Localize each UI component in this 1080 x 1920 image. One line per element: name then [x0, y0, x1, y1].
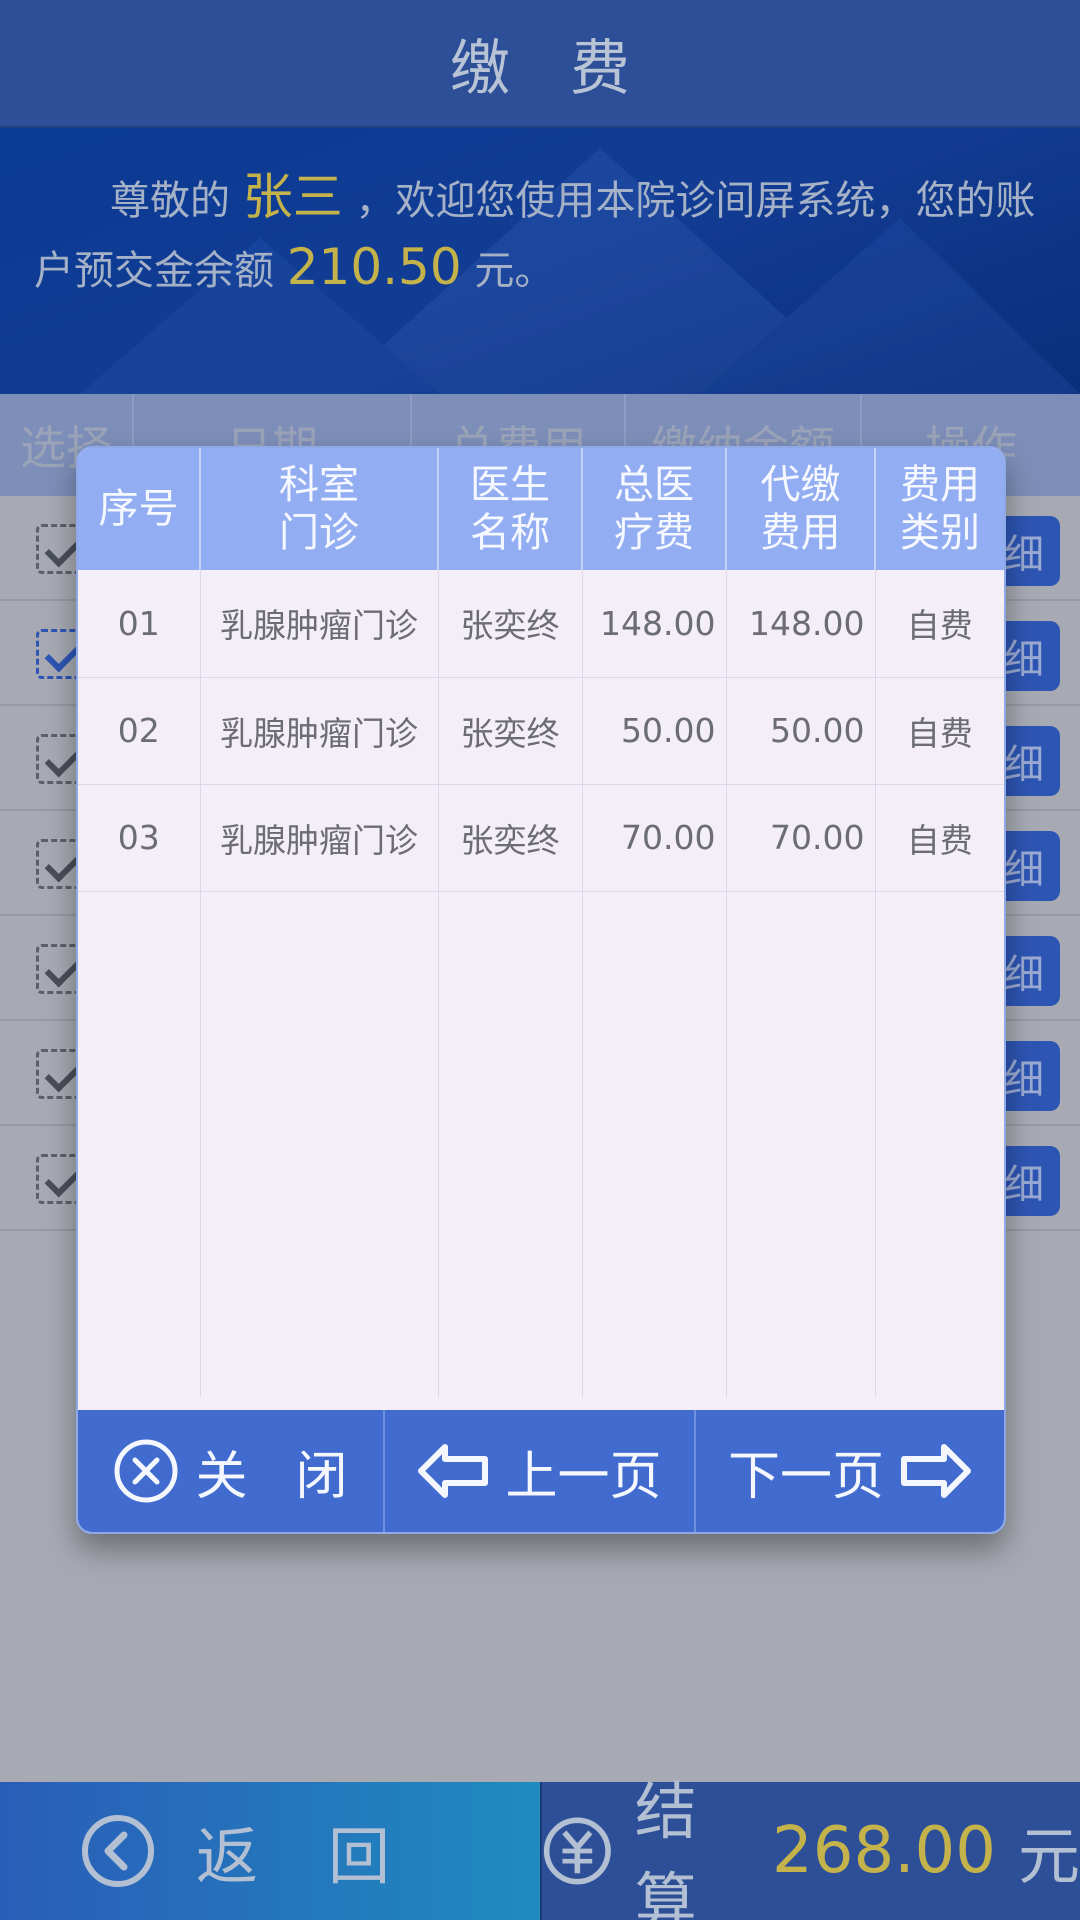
header-doctor: 医生 名称 — [438, 448, 583, 570]
empty-cell — [438, 891, 583, 1397]
cell-index: 02 — [78, 677, 201, 785]
cell-paid-fee: 148.00 — [726, 570, 876, 678]
fee-detail-dialog: 序号 科室 门诊 医生 名称 总医 疗费 代缴 费用 费用 类别 01 乳腺肿瘤… — [76, 446, 1006, 1534]
table-row: 01 乳腺肿瘤门诊 张奕终 148.00 148.00 自费 — [78, 570, 1004, 678]
cell-fee-type: 自费 — [875, 677, 1004, 785]
cell-department: 乳腺肿瘤门诊 — [200, 677, 439, 785]
empty-cell — [582, 891, 727, 1397]
welcome-suffix: 元。 — [474, 248, 555, 294]
cell-doctor: 张奕终 — [438, 570, 583, 678]
welcome-prefix: 尊敬的 — [110, 178, 230, 224]
back-button[interactable]: 返回 — [0, 1782, 540, 1920]
header-total-fee: 总医 疗费 — [582, 448, 727, 570]
header-paid-fee: 代缴 费用 — [726, 448, 876, 570]
arrow-right-icon — [901, 1444, 971, 1498]
user-name: 张三 — [242, 168, 343, 226]
close-icon — [114, 1439, 178, 1503]
fee-detail-table: 序号 科室 门诊 医生 名称 总医 疗费 代缴 费用 费用 类别 01 乳腺肿瘤… — [78, 448, 1004, 1397]
cell-paid-fee: 70.00 — [726, 784, 876, 892]
empty-cell — [200, 891, 439, 1397]
empty-cell — [875, 891, 1004, 1397]
cell-fee-type: 自费 — [875, 784, 1004, 892]
top-bar: 缴费 — [0, 0, 1080, 128]
dialog-footer: 关闭 上一页 下一页 — [78, 1410, 1004, 1532]
cell-department: 乳腺肿瘤门诊 — [200, 784, 439, 892]
cell-doctor: 张奕终 — [438, 784, 583, 892]
cell-index: 01 — [78, 570, 201, 678]
arrow-left-icon — [418, 1444, 489, 1498]
empty-row — [78, 891, 1004, 1397]
cell-total-fee: 70.00 — [582, 784, 727, 892]
welcome-banner: 尊敬的 张三 ，欢迎您使用本院诊间屏系统，您的账户预交金余额 210.50 元。 — [0, 128, 1080, 394]
back-label: 返回 — [195, 1820, 460, 1893]
close-label: 关闭 — [195, 1446, 396, 1507]
close-button[interactable]: 关闭 — [78, 1410, 385, 1532]
settle-label: 结算 — [634, 1775, 697, 1920]
cell-paid-fee: 50.00 — [726, 677, 876, 785]
welcome-message: 尊敬的 张三 ，欢迎您使用本院诊间屏系统，您的账户预交金余额 210.50 元。 — [34, 164, 1074, 304]
table-row: 02 乳腺肿瘤门诊 张奕终 50.00 50.00 自费 — [78, 677, 1004, 785]
prev-page-label: 上一页 — [505, 1446, 662, 1507]
settle-unit: 元 — [1017, 1820, 1080, 1893]
back-arrow-icon — [81, 1815, 154, 1887]
cell-doctor: 张奕终 — [438, 677, 583, 785]
settle-amount: 268.00 — [772, 1814, 996, 1888]
balance-amount: 210.50 — [286, 238, 462, 296]
cell-index: 03 — [78, 784, 201, 892]
header-index: 序号 — [78, 448, 201, 570]
empty-cell — [726, 891, 876, 1397]
page-title: 缴费 — [450, 33, 690, 104]
cell-fee-type: 自费 — [875, 570, 1004, 678]
header-department: 科室 门诊 — [200, 448, 439, 570]
cell-department: 乳腺肿瘤门诊 — [200, 570, 439, 678]
settle-button[interactable]: 结算 268.00 元 — [540, 1775, 1080, 1920]
cell-total-fee: 148.00 — [582, 570, 727, 678]
bottom-bar: 返回 结算 268.00 元 — [0, 1775, 1080, 1920]
empty-cell — [78, 891, 201, 1397]
table-row: 03 乳腺肿瘤门诊 张奕终 70.00 70.00 自费 — [78, 784, 1004, 892]
prev-page-button[interactable]: 上一页 — [385, 1410, 696, 1532]
yuan-icon — [543, 1817, 611, 1885]
next-page-button[interactable]: 下一页 — [696, 1410, 1004, 1532]
header-fee-type: 费用 类别 — [875, 448, 1004, 570]
next-page-label: 下一页 — [727, 1446, 884, 1507]
cell-total-fee: 50.00 — [582, 677, 727, 785]
